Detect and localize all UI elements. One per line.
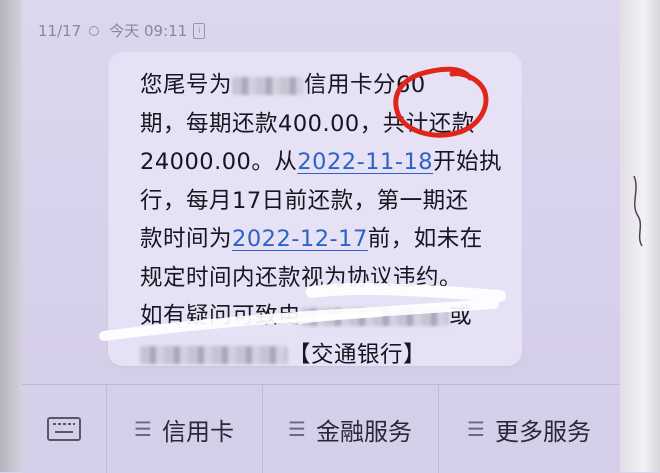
sms-menu-bar: ☰ 信用卡 ☰ 金融服务 ☰ 更多服务	[22, 384, 620, 473]
menu-financial-services-button[interactable]: ☰ 金融服务	[262, 385, 439, 473]
sim-dot-icon	[89, 25, 100, 36]
message-line-6: 规定时间内还款视为协议违约。	[140, 264, 463, 291]
message-timestamp: 11/17 今天 09:11 i	[38, 20, 206, 41]
message-line-2: 期，每期还款400.00，共计还款	[140, 110, 475, 137]
date-link-first-payment[interactable]: 2022-12-17	[232, 226, 368, 252]
message-line-3: 24000.00。从2022-11-18开始执	[140, 143, 503, 182]
message-text: 您尾号为	[140, 72, 233, 98]
message-date: 11/17	[38, 21, 82, 40]
message-text: 信用卡分60	[304, 72, 426, 98]
message-line-7: 如有疑问可致电 或	[140, 297, 500, 336]
message-line-8: 【交通银行】	[140, 336, 500, 375]
message-line-1: 您尾号为 信用卡分60	[140, 66, 500, 105]
sms-screen: 11/17 今天 09:11 i 您尾号为 信用卡分60 期，每期还款400.00…	[22, 0, 620, 473]
menu-label: 更多服务	[494, 417, 591, 446]
message-bubble[interactable]: 您尾号为 信用卡分60 期，每期还款400.00，共计还款 24000.00。从2…	[108, 52, 522, 368]
message-line-5: 款时间为2022-12-17前，如未在	[140, 220, 500, 259]
message-text: 款时间为	[140, 226, 233, 252]
menu-lines-icon: ☰	[134, 417, 152, 441]
menu-label: 信用卡	[161, 417, 234, 446]
redacted-phone-number	[301, 307, 450, 326]
keyboard-toggle-button[interactable]	[22, 385, 107, 473]
menu-lines-icon: ☰	[288, 417, 306, 441]
message-text: 如有疑问可致电	[140, 303, 302, 329]
phone-bezel-right	[620, 0, 660, 472]
message-text: 前，如未在	[367, 226, 483, 252]
message-text: 或	[449, 303, 473, 329]
menu-lines-icon: ☰	[467, 417, 485, 441]
message-text: 开始执	[433, 149, 503, 175]
phone-bezel-left	[0, 0, 22, 472]
info-icon[interactable]: i	[193, 22, 206, 39]
menu-credit-card-button[interactable]: ☰ 信用卡	[106, 385, 263, 473]
message-body: 您尾号为 信用卡分60 期，每期还款400.00，共计还款 24000.00。从2…	[140, 66, 503, 375]
date-link-start[interactable]: 2022-11-18	[297, 149, 433, 175]
menu-more-services-button[interactable]: ☰ 更多服务	[438, 385, 620, 473]
redacted-card-number	[232, 76, 305, 95]
message-text: 24000.00。从	[140, 149, 298, 175]
keyboard-icon	[47, 417, 81, 441]
bank-signature: 【交通银行】	[288, 341, 427, 368]
menu-label: 金融服务	[315, 417, 412, 446]
message-line-4: 行，每月17日前还款，第一期还	[140, 187, 469, 214]
message-time: 今天 09:11	[109, 22, 188, 40]
pen-mark-icon	[633, 175, 643, 247]
redacted-phone-number-2	[140, 346, 288, 364]
